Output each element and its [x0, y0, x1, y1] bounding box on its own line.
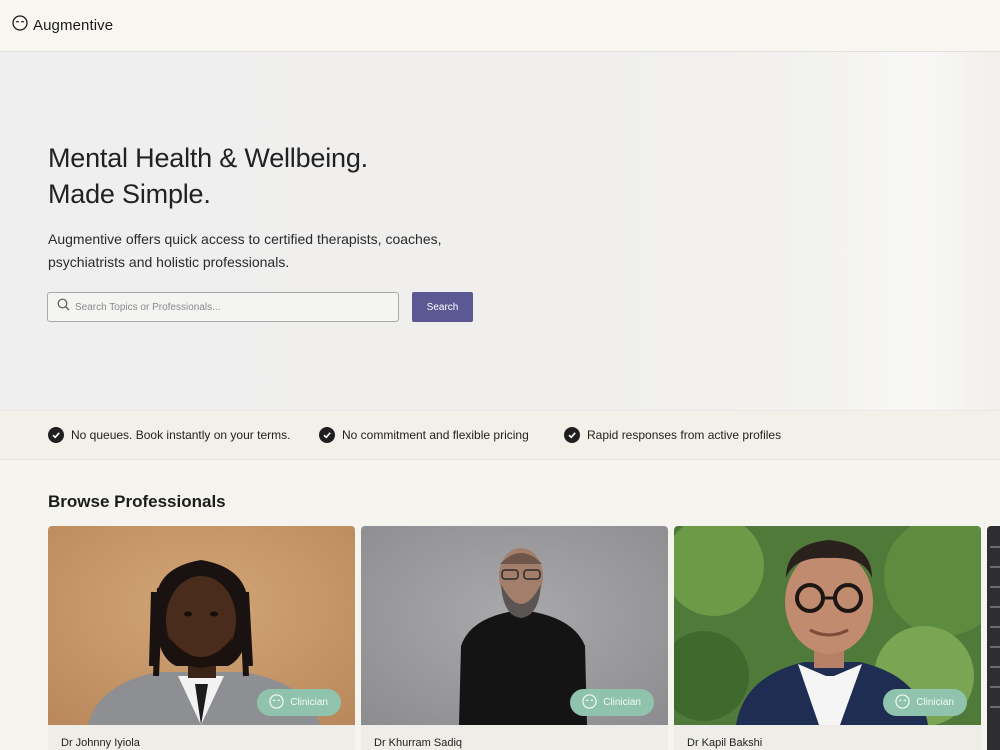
brand-logo[interactable]: Augmentive — [12, 15, 113, 36]
search-input[interactable] — [75, 301, 375, 313]
clinician-badge: Clinician — [257, 689, 341, 716]
professional-card[interactable]: Clinician Dr Johnny Iyiola — [48, 526, 355, 750]
hero-title-line-2: Made Simple. — [48, 179, 211, 209]
badge-label: Clinician — [916, 697, 954, 708]
browse-section-title: Browse Professionals — [48, 492, 226, 511]
check-circle-icon — [564, 427, 580, 443]
professional-card-partial[interactable] — [987, 526, 1000, 750]
professional-name: Dr Kapil Bakshi — [687, 737, 763, 749]
check-circle-icon — [319, 427, 335, 443]
feature-label: No queues. Book instantly on your terms. — [71, 428, 291, 442]
feature-label: Rapid responses from active profiles — [587, 428, 782, 442]
hero-title: Mental Health & Wellbeing. Made Simple. — [48, 140, 368, 212]
clinician-badge: Clinician — [570, 689, 654, 716]
hero-description: Augmentive offers quick access to certif… — [48, 231, 442, 270]
professional-name: Dr Khurram Sadiq — [374, 737, 463, 749]
professional-card[interactable]: Clinician Dr Khurram Sadiq — [361, 526, 668, 750]
professional-name: Dr Johnny Iyiola — [61, 737, 140, 749]
feature-item: No queues. Book instantly on your terms. — [48, 427, 290, 443]
clinician-badge: Clinician — [883, 689, 967, 716]
professional-card[interactable]: Clinician Dr Kapil Bakshi — [674, 526, 981, 750]
search-field[interactable] — [47, 292, 399, 322]
feature-label: No commitment and flexible pricing — [342, 428, 529, 442]
hero-title-line-1: Mental Health & Wellbeing. — [48, 143, 368, 173]
badge-label: Clinician — [603, 697, 641, 708]
top-navigation-bar: Augmentive — [0, 0, 1000, 52]
hero-section: Mental Health & Wellbeing. Made Simple. … — [0, 52, 1000, 410]
search-icon — [57, 298, 70, 316]
smile-face-icon — [269, 693, 284, 712]
smile-face-icon — [12, 15, 28, 36]
badge-label: Clinician — [290, 697, 328, 708]
feature-item: No commitment and flexible pricing — [319, 427, 529, 443]
smile-face-icon — [895, 693, 910, 712]
brand-name: Augmentive — [33, 17, 114, 34]
hero-background-glow — [830, 52, 1000, 410]
features-strip: No queues. Book instantly on your terms.… — [0, 410, 1000, 460]
feature-item: Rapid responses from active profiles — [564, 427, 781, 443]
smile-face-icon — [582, 693, 597, 712]
search-button[interactable]: Search — [412, 292, 473, 322]
check-circle-icon — [48, 427, 64, 443]
